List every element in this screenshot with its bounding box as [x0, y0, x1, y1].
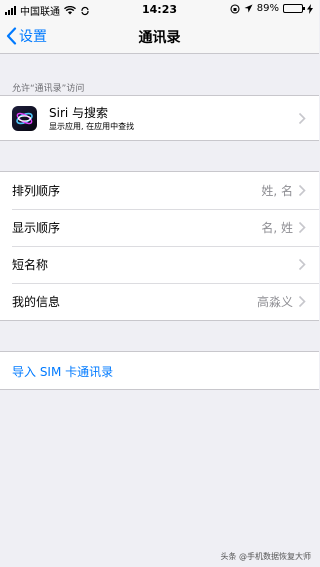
chevron-right-icon [298, 258, 306, 271]
short-name-row[interactable]: 短名称 [0, 246, 319, 283]
siri-title: Siri 与搜索 [49, 106, 109, 120]
chevron-right-icon [298, 221, 306, 234]
battery-percent: 89% [256, 3, 279, 14]
navigation-bar: 设置 通讯录 [0, 18, 319, 54]
page-title: 通讯录 [138, 30, 181, 46]
chevron-right-icon [298, 184, 306, 197]
import-sim-label: 导入 SIM 卡通讯录 [12, 365, 114, 379]
orientation-lock-icon [230, 3, 240, 14]
siri-subtitle: 显示应用, 在应用中查找 [49, 122, 135, 131]
chevron-right-icon [298, 112, 306, 125]
row-value: 姓, 名 [261, 184, 293, 198]
row-label: 排列顺序 [12, 184, 61, 198]
section-header: 允许“通讯录”访问 [12, 84, 85, 94]
sort-order-row[interactable]: 排列顺序 姓, 名 [0, 172, 319, 209]
row-label: 短名称 [12, 258, 49, 272]
location-icon [244, 4, 253, 13]
siri-search-row[interactable]: Siri 与搜索 显示应用, 在应用中查找 [0, 96, 319, 140]
row-label: 显示顺序 [12, 221, 61, 235]
siri-group: Siri 与搜索 显示应用, 在应用中查找 [0, 95, 319, 141]
battery-icon [283, 4, 305, 13]
status-right: 89% [230, 3, 313, 14]
row-label: 我的信息 [12, 295, 61, 309]
chevron-right-icon [298, 295, 306, 308]
display-order-row[interactable]: 显示顺序 名, 姓 [0, 209, 319, 246]
settings-group: 排列顺序 姓, 名 显示顺序 名, 姓 短名称 我的信息 高淼义 [0, 171, 319, 321]
charging-icon [307, 3, 313, 14]
import-sim-contacts-button[interactable]: 导入 SIM 卡通讯录 [0, 352, 319, 389]
row-value: 名, 姓 [261, 221, 293, 235]
status-bar: 中国联通 14:23 89% [0, 0, 319, 18]
my-info-row[interactable]: 我的信息 高淼义 [0, 283, 319, 320]
watermark: 头条 @手机数据恢复大师 [220, 552, 311, 561]
import-group: 导入 SIM 卡通讯录 [0, 351, 319, 390]
siri-icon [12, 106, 37, 131]
row-value: 高淼义 [256, 295, 293, 309]
